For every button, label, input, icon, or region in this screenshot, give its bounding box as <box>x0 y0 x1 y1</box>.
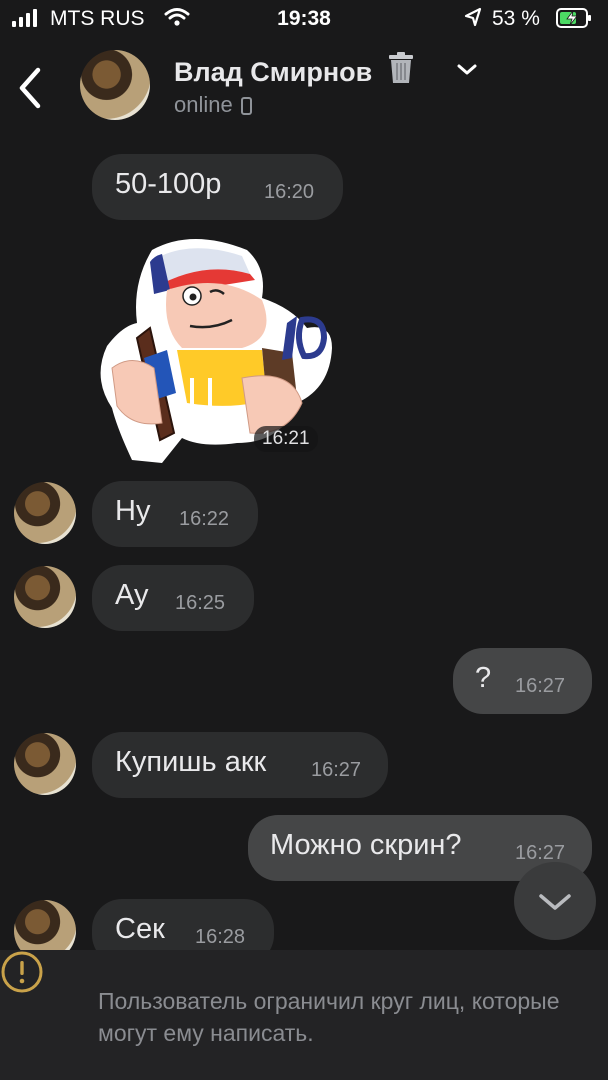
avatar[interactable] <box>80 50 150 120</box>
sticker-time: 16:21 <box>254 426 318 452</box>
location-arrow-icon <box>464 7 482 27</box>
online-status: online <box>174 92 252 118</box>
message-bubble[interactable]: Ау 16:25 <box>92 565 254 631</box>
message-time: 16:22 <box>179 508 230 530</box>
message-time: 16:27 <box>311 759 362 781</box>
chevron-down-icon <box>539 894 571 910</box>
message-text: 50-100р <box>115 168 222 200</box>
message-bubble[interactable]: Купишь акк 16:27 <box>92 732 388 798</box>
scroll-to-bottom-button[interactable] <box>514 862 596 940</box>
contact-name-row[interactable]: Влад Смирнов <box>174 52 416 88</box>
notice-text: Пользователь ограничил круг лиц, которые… <box>98 988 560 1046</box>
message-text: Ну <box>115 495 151 527</box>
message-bubble[interactable]: 50-100р 16:20 <box>92 154 343 220</box>
message-time: 16:20 <box>264 181 315 203</box>
message-bubble-outgoing[interactable]: ? 16:27 <box>453 648 592 714</box>
online-label: online <box>174 92 233 117</box>
message-text: Сек <box>115 913 165 945</box>
chevron-down-icon[interactable] <box>456 60 478 78</box>
message-time: 16:27 <box>515 675 566 697</box>
message-time: 16:25 <box>175 592 226 614</box>
warning-icon <box>1 951 43 993</box>
avatar[interactable] <box>14 733 76 795</box>
mobile-phone-icon <box>240 97 252 115</box>
message-text: ? <box>475 662 492 694</box>
message-bubble[interactable]: Ну 16:22 <box>92 481 258 547</box>
contact-name: Влад Смирнов <box>174 57 373 87</box>
status-bar: MTS RUS 19:38 53 % <box>0 0 608 40</box>
avatar[interactable] <box>14 482 76 544</box>
back-icon[interactable] <box>14 64 54 114</box>
battery-charging-icon <box>556 8 591 28</box>
battery-percent: 53 % <box>492 7 540 30</box>
message-text: Купишь акк <box>115 746 267 778</box>
message-text: Можно скрин? <box>270 829 462 861</box>
trash-icon <box>388 52 413 83</box>
message-text: Ау <box>115 579 149 611</box>
message-time: 16:28 <box>195 926 246 948</box>
avatar[interactable] <box>14 566 76 628</box>
